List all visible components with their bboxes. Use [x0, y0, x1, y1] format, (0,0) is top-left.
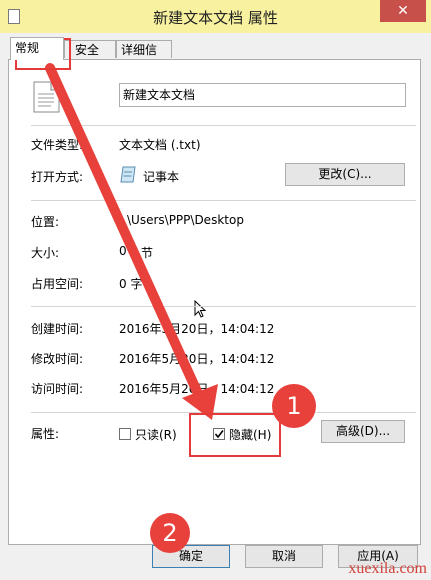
highlight-hidden-checkbox	[189, 413, 281, 457]
annotation-arrow	[45, 63, 218, 420]
watermark: xuexila.com	[348, 560, 427, 577]
step-1-marker: 1	[272, 384, 316, 428]
step-2-marker: 2	[150, 513, 190, 553]
tab-general[interactable]: 常规	[10, 37, 64, 60]
